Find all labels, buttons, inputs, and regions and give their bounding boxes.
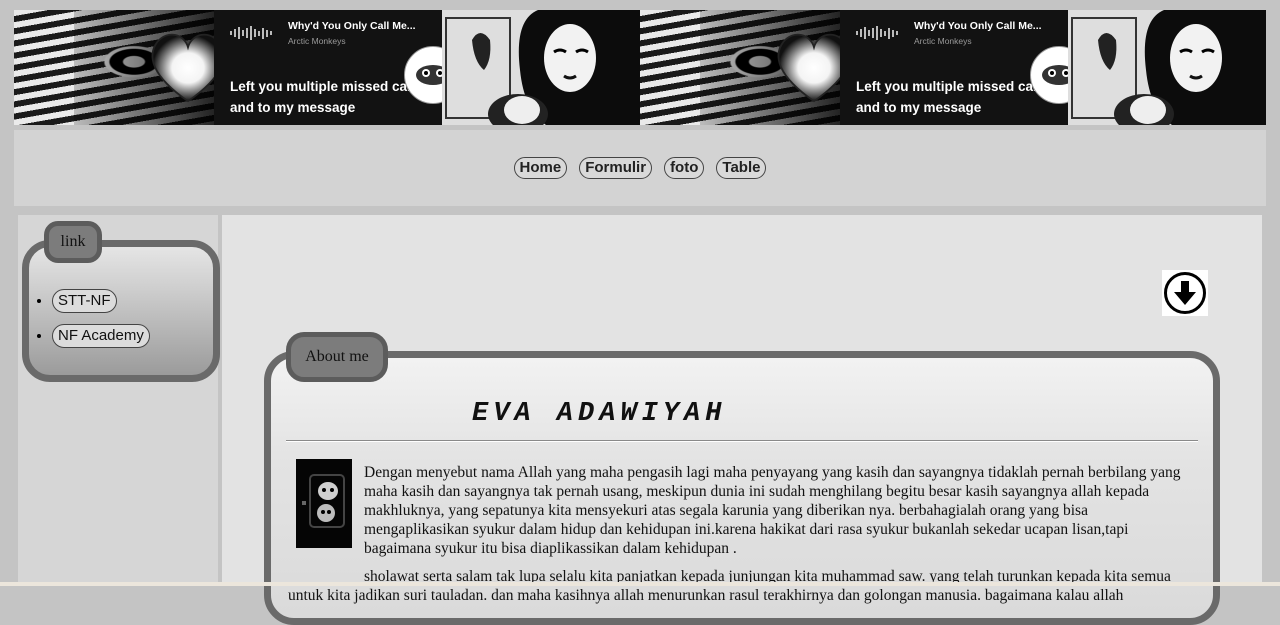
song-lyric: Left you multiple missed calls and to my… [856, 79, 1049, 115]
sidebar-link-list: STT-NF NF Academy [32, 289, 150, 359]
nav-home-link[interactable]: Home [513, 157, 568, 179]
banner-portrait-art [1068, 10, 1266, 125]
list-item: STT-NF [52, 289, 150, 313]
sidebar-link-nf-academy[interactable]: NF Academy [52, 324, 150, 348]
sidebar: link STT-NF NF Academy [18, 215, 220, 586]
song-title: Why'd You Only Call Me... [288, 20, 416, 32]
sidebar-link-stt-nf[interactable]: STT-NF [52, 289, 117, 313]
header-banner: Why'd You Only Call Me... Arctic Monkeys… [14, 10, 1266, 125]
sidebar-title: link [60, 233, 86, 250]
nav-table-link[interactable]: Table [716, 157, 767, 179]
soundwave-icon [856, 26, 900, 40]
main-nav: Home Formulir foto Table [14, 130, 1266, 206]
download-icon[interactable] [1162, 270, 1208, 316]
about-paragraph-1: Dengan menyebut nama Allah yang maha pen… [364, 463, 1181, 557]
nav-foto-link[interactable]: foto [664, 157, 705, 179]
banner-tile-2: Why'd You Only Call Me... Arctic Monkeys… [640, 10, 1266, 125]
banner-portrait-art [442, 10, 640, 125]
song-lyric: Left you multiple missed calls and to my… [230, 79, 423, 115]
about-title-tab: About me [286, 332, 388, 382]
list-item: NF Academy [52, 324, 150, 348]
profile-name: EVA ADAWIYAH [472, 399, 727, 429]
sidebar-title-tab: link [44, 221, 102, 263]
banner-tile-1: Why'd You Only Call Me... Arctic Monkeys… [14, 10, 640, 125]
song-artist: Arctic Monkeys [288, 36, 346, 46]
nav-formulir-link[interactable]: Formulir [579, 157, 653, 179]
song-title: Why'd You Only Call Me... [914, 20, 1042, 32]
page-bottom-edge [0, 582, 1280, 586]
about-title: About me [305, 348, 369, 365]
profile-photo [296, 459, 352, 548]
now-playing-card: Why'd You Only Call Me... Arctic Monkeys… [840, 10, 1088, 125]
main-content: About me EVA ADAWIYAH Dengan menyebut na… [222, 215, 1262, 625]
song-artist: Arctic Monkeys [914, 36, 972, 46]
soundwave-icon [230, 26, 274, 40]
now-playing-card: Why'd You Only Call Me... Arctic Monkeys… [214, 10, 462, 125]
divider [286, 440, 1198, 442]
